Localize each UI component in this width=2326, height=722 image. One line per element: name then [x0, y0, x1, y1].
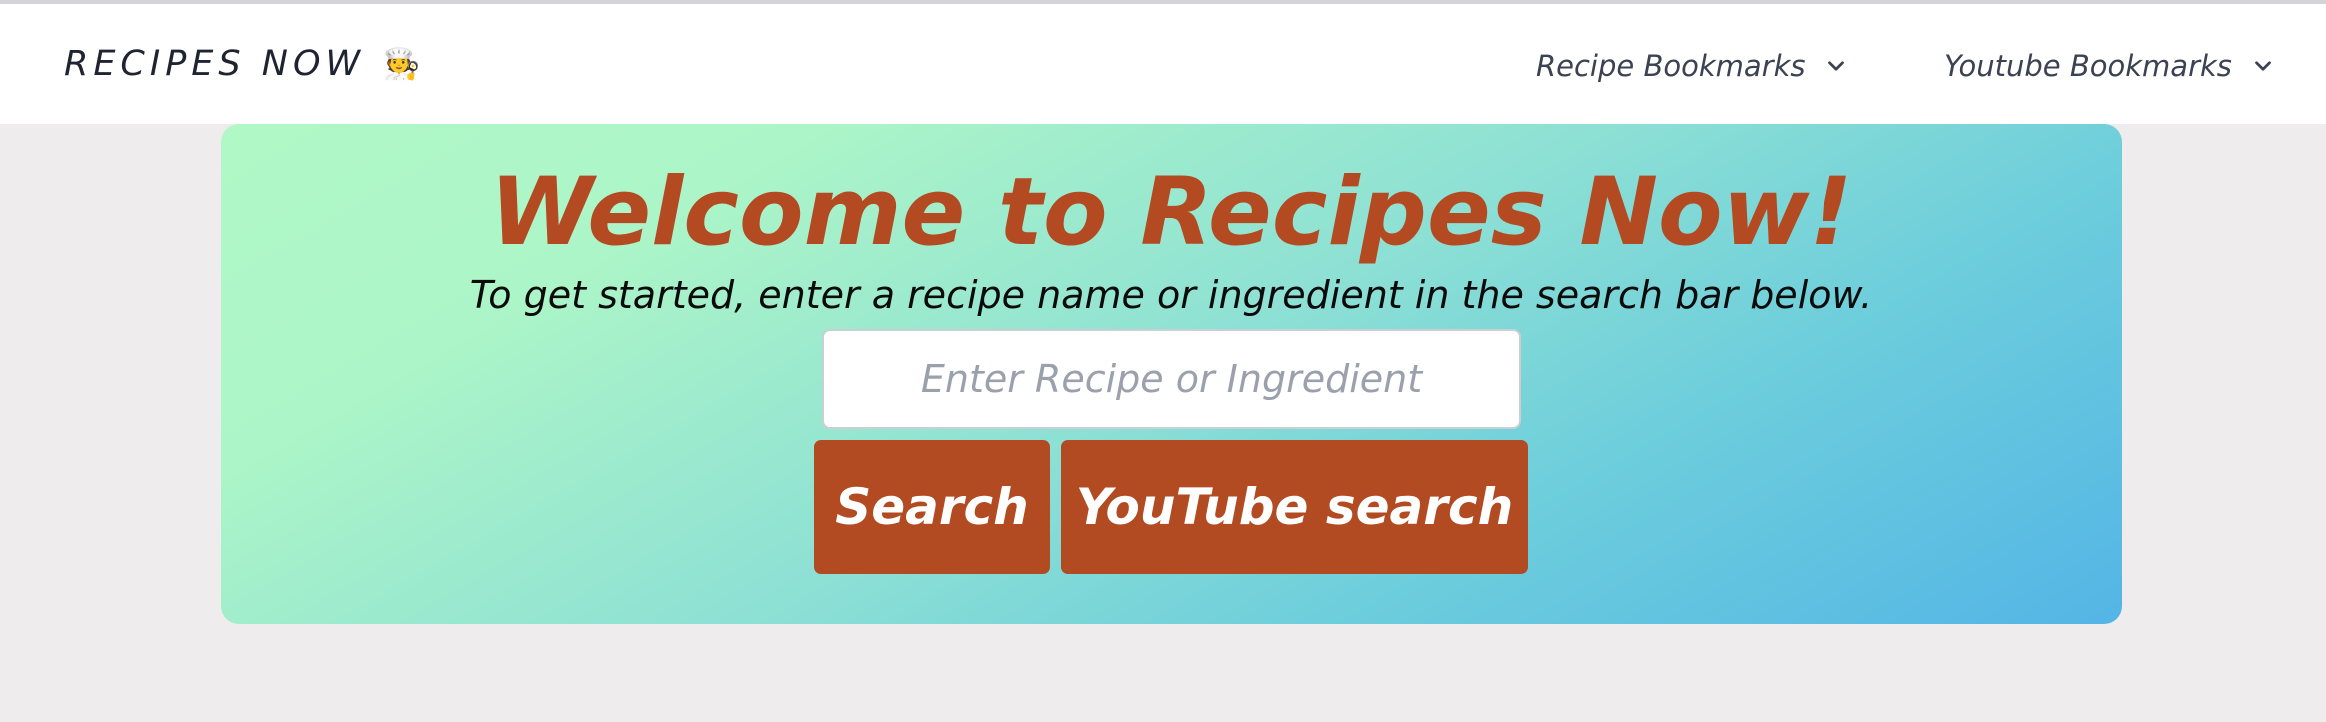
youtube-bookmarks-dropdown[interactable]: Youtube Bookmarks — [1944, 44, 2276, 88]
hero-subtitle: To get started, enter a recipe name or i… — [469, 273, 1873, 317]
recipe-bookmarks-dropdown[interactable]: Recipe Bookmarks — [1536, 44, 1849, 88]
chef-icon: 🧑‍🍳 — [383, 46, 421, 82]
chevron-down-icon — [2255, 61, 2271, 71]
youtube-bookmarks-label: Youtube Bookmarks — [1944, 49, 2232, 83]
brand-name: RECIPES NOW — [64, 44, 366, 84]
chevron-down-icon — [1828, 61, 1845, 71]
navbar: RECIPES NOW 🧑‍🍳 Recipe Bookmarks Youtube… — [0, 4, 2326, 124]
search-button[interactable]: Search — [814, 440, 1050, 574]
search-input[interactable] — [822, 329, 1521, 429]
youtube-search-button[interactable]: YouTube search — [1061, 440, 1528, 574]
brand-logo[interactable]: RECIPES NOW 🧑‍🍳 — [64, 40, 420, 88]
page-title: Welcome to Recipes Now! — [489, 158, 1853, 267]
recipe-bookmarks-label: Recipe Bookmarks — [1536, 49, 1806, 83]
